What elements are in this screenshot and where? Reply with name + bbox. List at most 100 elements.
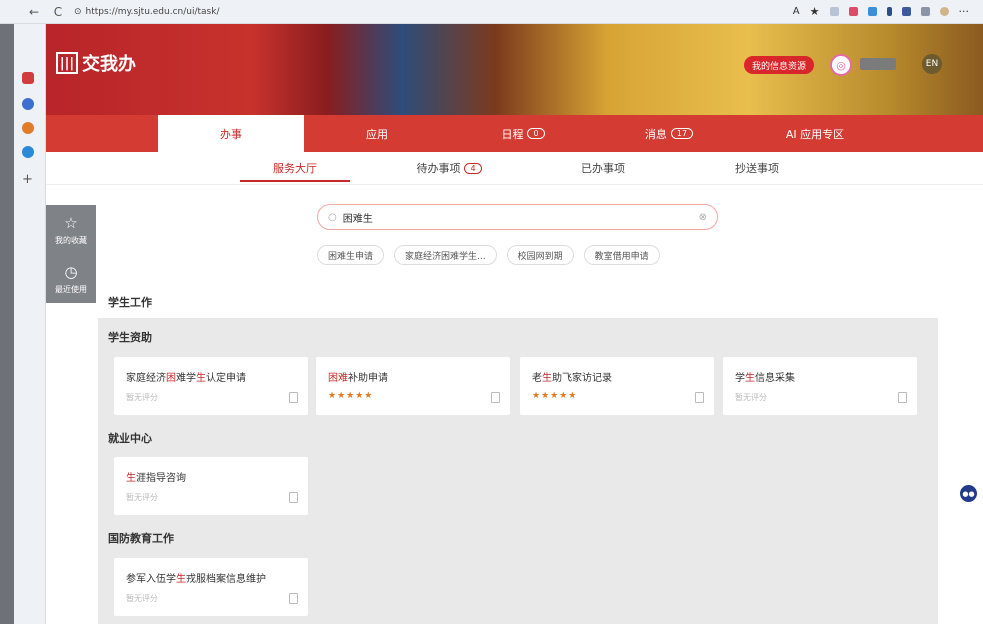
star-outline-icon: ☆ [64, 213, 78, 232]
tab-label: 办事 [220, 127, 242, 141]
add-icon[interactable]: + [22, 172, 33, 187]
subtab-done[interactable]: 已办事项 [526, 152, 680, 184]
suggestion-tag[interactable]: 家庭经济困难学生... [394, 245, 497, 265]
count-badge: 4 [464, 162, 482, 174]
refresh-icon[interactable]: C [50, 5, 66, 19]
logo-mark-icon: ||| [56, 52, 78, 74]
sidebar-app-icon[interactable] [22, 98, 34, 110]
card-rating: 暂无评分 [126, 393, 158, 402]
subtab-label: 待办事项 [416, 162, 461, 175]
section-student-aid: 学生资助 [108, 331, 152, 344]
card-title: 参军入伍学生戎服档案信息维护 [126, 574, 266, 585]
extension-icon[interactable] [886, 7, 892, 16]
portal-page: ||| 交我办 我的信息资源 ◎ EN 办事 应用 日程 0 消息 17 AI 应用… [46, 24, 983, 624]
tab-ai[interactable]: AI 应用专区 [742, 115, 888, 152]
logo-text: 交我办 [82, 54, 136, 75]
tab-label: AI 应用专区 [785, 127, 845, 141]
extension-icon[interactable] [829, 7, 839, 16]
read-aloud-icon[interactable]: A [793, 6, 800, 17]
extension-icon[interactable] [939, 7, 949, 16]
sidebar-app-icon[interactable] [22, 122, 34, 134]
subtab-label: 服务大厅 [273, 162, 317, 175]
clear-icon[interactable]: ⊗ [699, 212, 707, 223]
search-suggestions: 困难生申请 家庭经济困难学生... 校园网到期 教室借用申请 [317, 245, 660, 265]
card-rating: 暂无评分 [126, 594, 158, 603]
count-badge: 17 [670, 128, 694, 139]
user-avatar-icon[interactable]: ◎ [830, 54, 852, 76]
browser-toolbar: ← C ⊙ https://my.sjtu.edu.cn/ui/task/ A … [0, 0, 983, 24]
section-defense: 国防教育工作 [108, 532, 174, 545]
service-card[interactable]: 困难补助申请 ★★★★★ [316, 357, 510, 415]
assistant-float-button[interactable]: ●● [960, 485, 977, 502]
subtab-todo[interactable]: 待办事项 4 [372, 152, 526, 184]
sub-nav: 服务大厅 待办事项 4 已办事项 抄送事项 [46, 152, 983, 185]
quick-panel: ☆ 我的收藏 ◷ 最近使用 [46, 205, 96, 303]
card-rating: 暂无评分 [126, 493, 158, 502]
card-rating: 暂无评分 [735, 393, 767, 402]
header-banner: ||| 交我办 我的信息资源 ◎ EN [46, 24, 983, 115]
subtab-label: 抄送事项 [735, 162, 779, 175]
extension-icon[interactable] [901, 7, 911, 16]
service-card[interactable]: 老生助飞家访记录 ★★★★★ [520, 357, 714, 415]
document-icon[interactable] [289, 593, 298, 604]
count-badge: 0 [527, 128, 545, 139]
suggestion-tag[interactable]: 困难生申请 [317, 245, 385, 265]
service-card[interactable]: 家庭经济困难学生认定申请 暂无评分 [114, 357, 308, 415]
window-edge [0, 24, 14, 624]
search-icon: ○ [328, 211, 337, 223]
suggestion-tag[interactable]: 教室借用申请 [583, 245, 660, 265]
tab-label: 消息 [644, 127, 667, 141]
rating-stars: ★★★★★ [532, 391, 578, 401]
recent-button[interactable]: ◷ 最近使用 [46, 254, 96, 303]
extension-icon[interactable] [867, 7, 877, 16]
card-title: 老生助飞家访记录 [532, 373, 612, 384]
back-icon[interactable]: ← [26, 5, 42, 19]
extension-icon[interactable] [848, 7, 858, 16]
document-icon[interactable] [898, 392, 907, 403]
section-employment: 就业中心 [108, 432, 152, 445]
sidebar-app-icon[interactable] [22, 146, 34, 158]
subtab-label: 已办事项 [581, 162, 625, 175]
browser-extensions: A ★ ··· [793, 5, 983, 18]
language-button[interactable]: EN [922, 54, 942, 74]
tab-label: 日程 [501, 127, 524, 141]
card-title: 家庭经济困难学生认定申请 [126, 373, 246, 384]
rating-stars: ★★★★★ [328, 391, 374, 401]
extension-icon[interactable] [920, 7, 930, 16]
more-menu-icon[interactable]: ··· [959, 5, 970, 18]
suggestion-tag[interactable]: 校园网到期 [506, 245, 574, 265]
clock-icon: ◷ [64, 262, 78, 281]
username-chip[interactable] [860, 58, 896, 70]
tab-banshi[interactable]: 办事 [158, 115, 304, 152]
my-info-button[interactable]: 我的信息资源 [744, 56, 814, 74]
favorites-label: 我的收藏 [55, 235, 87, 245]
card-title: 困难补助申请 [328, 373, 388, 384]
service-card[interactable]: 生涯指导咨询 暂无评分 [114, 457, 308, 515]
search-value: 困难生 [342, 213, 373, 225]
sidebar-app-icon[interactable] [22, 72, 34, 84]
document-icon[interactable] [695, 392, 704, 403]
service-card[interactable]: 参军入伍学生戎服档案信息维护 暂无评分 [114, 558, 308, 616]
tab-apps[interactable]: 应用 [304, 115, 450, 152]
document-icon[interactable] [289, 392, 298, 403]
favorite-star-icon[interactable]: ★ [810, 5, 820, 18]
lock-icon: ⊙ [74, 6, 82, 17]
subtab-service-hall[interactable]: 服务大厅 [218, 152, 372, 184]
tab-label: 应用 [366, 127, 388, 141]
subtab-cc[interactable]: 抄送事项 [680, 152, 834, 184]
main-nav: 办事 应用 日程 0 消息 17 AI 应用专区 [46, 115, 983, 152]
tab-messages[interactable]: 消息 17 [596, 115, 742, 152]
site-logo[interactable]: ||| 交我办 [56, 50, 136, 76]
address-bar[interactable]: ⊙ https://my.sjtu.edu.cn/ui/task/ [74, 7, 219, 17]
card-title: 学生信息采集 [735, 373, 795, 384]
section-student-work: 学生工作 [108, 296, 152, 309]
url-text: https://my.sjtu.edu.cn/ui/task/ [85, 6, 220, 17]
service-card[interactable]: 学生信息采集 暂无评分 [723, 357, 917, 415]
search-input[interactable]: ○ 困难生 ⊗ [317, 204, 718, 230]
favorites-button[interactable]: ☆ 我的收藏 [46, 205, 96, 254]
document-icon[interactable] [289, 492, 298, 503]
card-title: 生涯指导咨询 [126, 473, 186, 484]
recent-label: 最近使用 [55, 284, 87, 294]
tab-schedule[interactable]: 日程 0 [450, 115, 596, 152]
document-icon[interactable] [491, 392, 500, 403]
